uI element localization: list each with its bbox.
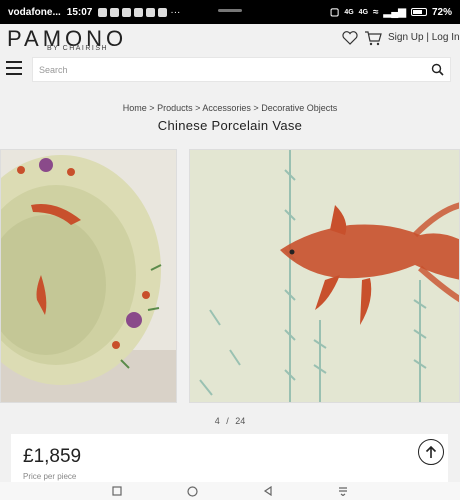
log-in-link[interactable]: Log In [432,32,460,43]
recent-apps-icon[interactable] [112,486,122,496]
cart-icon[interactable] [364,30,382,46]
product-image-vase-interior[interactable] [0,149,177,403]
arrow-up-icon [425,445,437,458]
search-icon[interactable] [431,63,444,76]
silent-icon: ▢ [329,6,340,18]
hide-keyboard-icon[interactable] [338,486,348,496]
image-gallery[interactable] [0,148,460,404]
sign-up-link[interactable]: Sign Up [388,32,424,43]
app-icon [146,7,156,17]
wifi-icon: ≈ [373,6,379,18]
breadcrumb-accessories[interactable]: Accessories [202,103,251,113]
carrier-name: vodafone... [8,6,61,18]
status-time: 15:07 [66,6,93,18]
price-note: Price per piece [23,472,77,481]
breadcrumb: Home > Products > Accessories > Decorati… [0,103,460,113]
logo-subtitle: BY CHAIRISH [47,45,109,52]
status-right: ▢ 4G 4G ≈ ▂▄▆ 72% [330,7,452,18]
search-input[interactable] [33,58,423,81]
instagram-icon [158,7,168,17]
breadcrumb-separator: > [195,103,201,113]
product-title: Chinese Porcelain Vase [157,118,303,133]
battery-icon [410,8,427,16]
status-bar: vodafone... 15:07 ··· ▢ 4G 4G ≈ ▂▄▆ 72% [0,0,460,24]
product-image-goldfish-detail[interactable] [189,149,460,403]
breadcrumb-separator: > [253,103,259,113]
image-counter-separator: / [226,416,229,426]
key-icon [98,7,108,17]
search-bar [32,57,451,82]
battery-percent: 72% [431,6,452,18]
facebook-icon [122,7,132,17]
image-counter: 4 / 24 [0,416,460,426]
breadcrumb-home[interactable]: Home [123,103,147,113]
product-price: £1,859 [23,446,82,467]
breadcrumb-decorative-objects[interactable]: Decorative Objects [261,103,337,113]
breadcrumb-separator: > [149,103,155,113]
network-label-2: 4G [358,8,369,16]
status-pill [218,9,242,12]
account-links: Sign Up | Log In [388,32,460,43]
back-icon[interactable] [263,486,273,496]
site-header: PAMONO BY CHAIRISH Sign Up | Log In [0,24,460,94]
home-icon[interactable] [187,485,198,497]
system-nav-bar [0,482,460,500]
more-notifications: ··· [170,6,181,18]
signal-icon: ▂▄▆ [383,6,406,18]
image-current: 4 [214,416,220,426]
image-total: 24 [235,416,246,426]
notification-icons: ··· [98,7,180,18]
hamburger-menu-icon[interactable] [6,61,22,75]
heart-icon[interactable] [341,30,359,46]
scroll-to-top-button[interactable] [418,439,444,465]
breadcrumb-products[interactable]: Products [157,103,193,113]
eye-icon [110,7,120,17]
account-separator: | [426,32,429,43]
network-label-1: 4G [344,8,354,16]
mail-icon [134,7,144,17]
